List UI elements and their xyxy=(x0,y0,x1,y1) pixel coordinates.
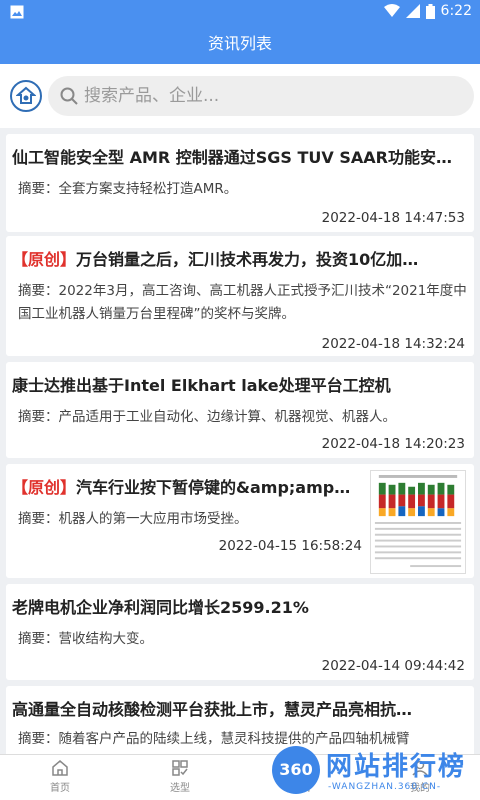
article-card[interactable]: 【原创】万台销量之后，汇川技术再发力，投资10亿加… 摘要：2022年3月，高工… xyxy=(6,236,474,356)
article-title: 老牌电机企业净利润同比增长2599.21% xyxy=(12,598,309,617)
watermark-subtext: -WANGZHAN.360.CN- xyxy=(328,782,442,792)
battery-icon xyxy=(425,3,435,19)
article-title: 【原创】汽车行业按下暂停键的&amp;amp… xyxy=(12,478,351,497)
article-summary: 摘要：机器人的第一大应用市场受挫。 xyxy=(18,511,248,527)
article-date: 2022-04-18 14:32:24 xyxy=(321,336,465,352)
nav-item-home[interactable]: 首页 xyxy=(30,759,90,794)
article-title: 高通量全自动核酸检测平台获批上市，慧灵产品亮相抗… xyxy=(12,700,413,719)
search-input[interactable]: 搜索产品、企业... xyxy=(48,76,474,116)
article-summary: 摘要：全套方案支持轻松打造AMR。 xyxy=(18,181,238,197)
article-date: 2022-04-18 14:47:53 xyxy=(321,210,465,226)
article-date: 2022-04-14 09:44:42 xyxy=(321,658,465,674)
watermark: 360 网站排行榜 -WANGZHAN.360.CN- xyxy=(268,744,478,800)
signal-icon xyxy=(405,4,420,18)
article-thumbnail xyxy=(370,470,466,574)
search-placeholder: 搜索产品、企业... xyxy=(84,86,220,106)
article-title: 【原创】万台销量之后，汇川技术再发力，投资10亿加… xyxy=(12,250,419,269)
image-notification-icon xyxy=(10,5,24,19)
article-tag: 【原创】 xyxy=(12,250,77,269)
article-card[interactable]: 康士达推出基于Intel Elkhart lake处理平台工控机 摘要：产品适用… xyxy=(6,362,474,458)
watermark-text: 网站排行榜 xyxy=(326,752,467,782)
article-card[interactable]: 老牌电机企业净利润同比增长2599.21% 摘要：营收结构大变。 2022-04… xyxy=(6,584,474,680)
article-tag: 【原创】 xyxy=(12,478,77,497)
nav-label-select: 选型 xyxy=(170,783,190,794)
nav-label-home: 首页 xyxy=(50,783,70,794)
article-date: 2022-04-15 16:58:24 xyxy=(218,538,362,554)
logo-icon xyxy=(16,86,36,104)
article-date: 2022-04-18 14:20:23 xyxy=(321,436,465,452)
article-card[interactable]: 【原创】汽车行业按下暂停键的&amp;amp… 摘要：机器人的第一大应用市场受挫… xyxy=(6,464,474,578)
home-icon xyxy=(52,760,68,776)
clock: 6:22 xyxy=(440,3,472,19)
article-summary: 摘要：营收结构大变。 xyxy=(18,631,153,647)
app-logo[interactable] xyxy=(10,80,42,112)
search-icon xyxy=(60,87,78,105)
article-title: 仙工智能安全型 AMR 控制器通过SGS TUV SAAR功能安… xyxy=(12,148,452,167)
search-row: 搜索产品、企业... xyxy=(0,64,480,128)
watermark-badge: 360 xyxy=(272,746,320,794)
status-bar: 6:22 xyxy=(0,0,480,24)
article-card[interactable]: 仙工智能安全型 AMR 控制器通过SGS TUV SAAR功能安… 摘要：全套方… xyxy=(6,134,474,232)
select-icon xyxy=(172,760,188,776)
page-title: 资讯列表 xyxy=(0,24,480,64)
article-title: 康士达推出基于Intel Elkhart lake处理平台工控机 xyxy=(12,376,391,395)
article-list: 仙工智能安全型 AMR 控制器通过SGS TUV SAAR功能安… 摘要：全套方… xyxy=(0,128,480,754)
article-summary: 摘要：产品适用于工业自动化、边缘计算、机器视觉、机器人。 xyxy=(18,409,396,425)
wifi-icon xyxy=(383,4,400,17)
article-summary: 摘要：2022年3月，高工咨询、高工机器人正式授予汇川技术“2021年度中国工业… xyxy=(18,283,467,322)
nav-item-select[interactable]: 选型 xyxy=(150,759,210,794)
